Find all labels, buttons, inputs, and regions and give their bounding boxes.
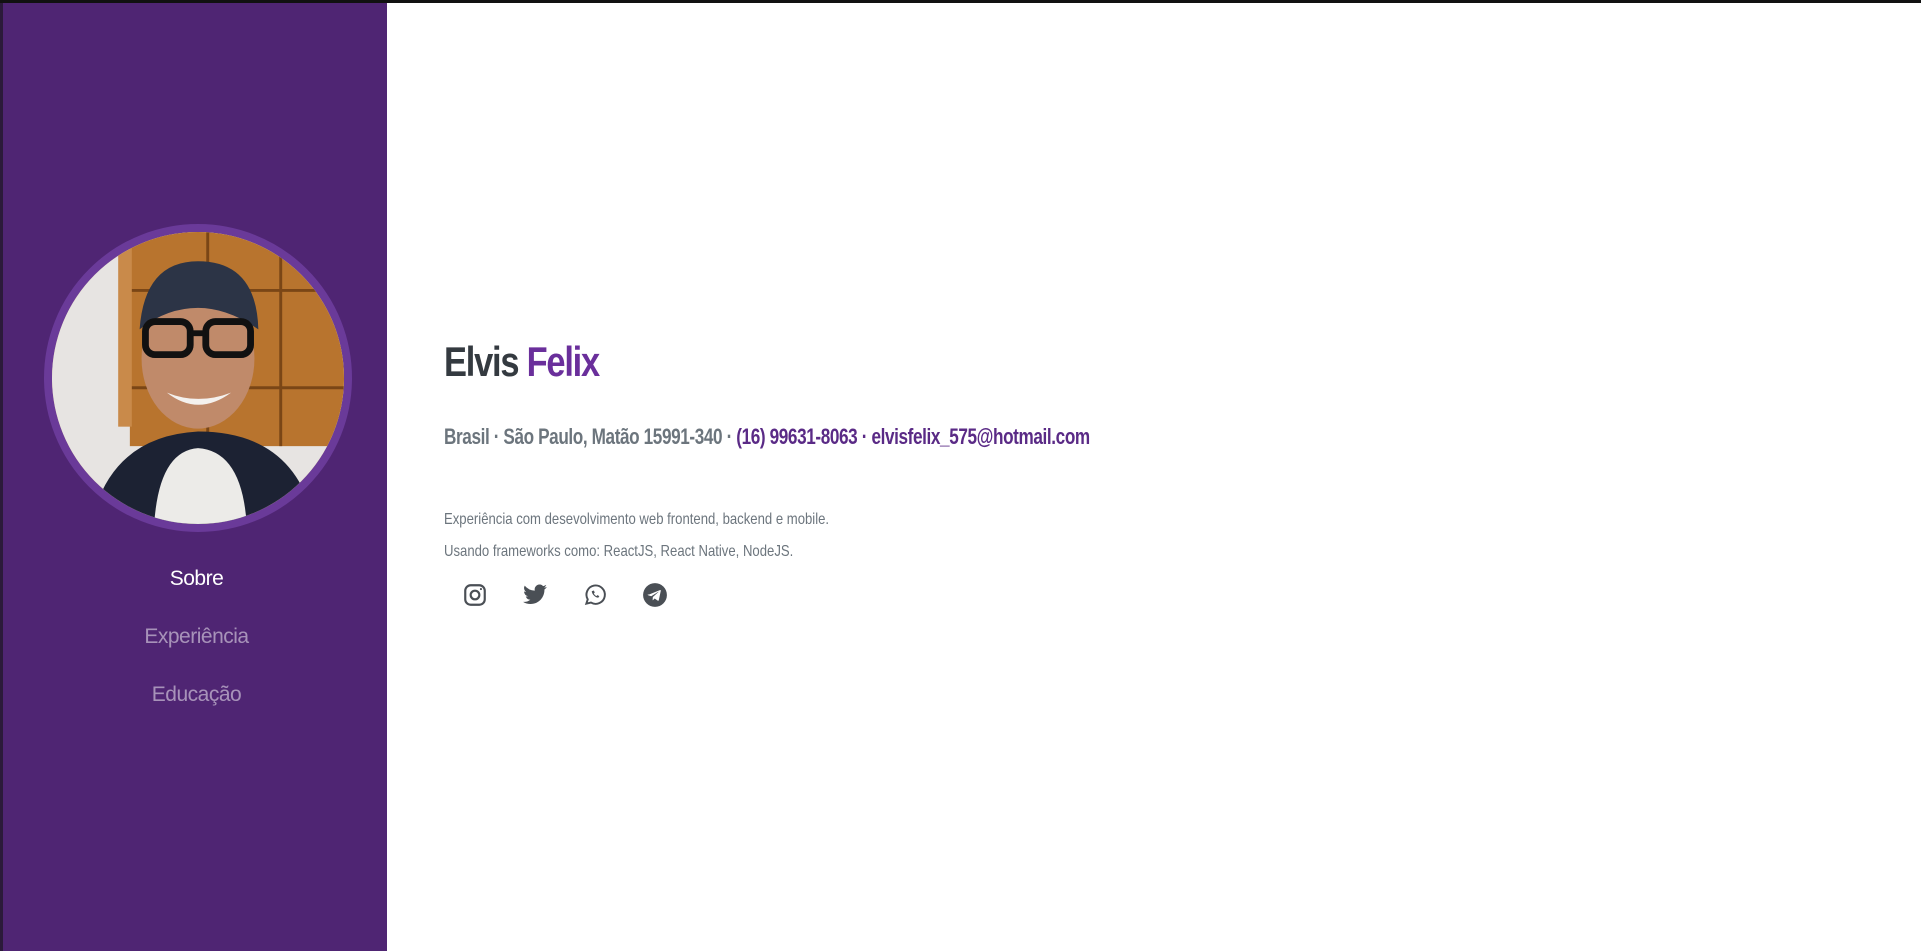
phone-link[interactable]: (16) 99631-8063 — [736, 424, 857, 449]
bio-line-1: Experiência com desevolvimento web front… — [444, 511, 830, 528]
page-title: Elvis Felix — [444, 338, 601, 386]
nav-item-experiencia[interactable]: Experiência — [3, 621, 390, 679]
nav-item-sobre[interactable]: Sobre — [3, 563, 390, 621]
first-name: Elvis — [444, 338, 519, 385]
sidebar-nav: Sobre Experiência Educação — [3, 563, 390, 737]
contact-info: Brasil · São Paulo, Matão 15991-340 · (1… — [444, 424, 1090, 450]
sidebar: Sobre Experiência Educação — [0, 3, 387, 951]
whatsapp-icon[interactable] — [580, 580, 610, 610]
nav-item-educacao[interactable]: Educação — [3, 679, 390, 737]
profile-avatar — [44, 224, 352, 532]
twitter-icon[interactable] — [520, 580, 550, 610]
last-name: Felix — [526, 338, 601, 385]
location-text: Brasil · São Paulo, Matão 15991-340 · — [444, 424, 732, 449]
social-icons — [460, 580, 670, 610]
bio-line-2: Usando frameworks como: ReactJS, React N… — [444, 543, 794, 560]
bio: Experiência com desevolvimento web front… — [444, 504, 829, 568]
contact-separator: · — [861, 424, 868, 449]
telegram-icon[interactable] — [640, 580, 670, 610]
instagram-icon[interactable] — [460, 580, 490, 610]
about-section: Elvis Felix Brasil · São Paulo, Matão 15… — [444, 0, 1844, 951]
profile-photo — [52, 232, 344, 524]
email-link[interactable]: elvisfelix_575@hotmail.com — [871, 424, 1090, 449]
